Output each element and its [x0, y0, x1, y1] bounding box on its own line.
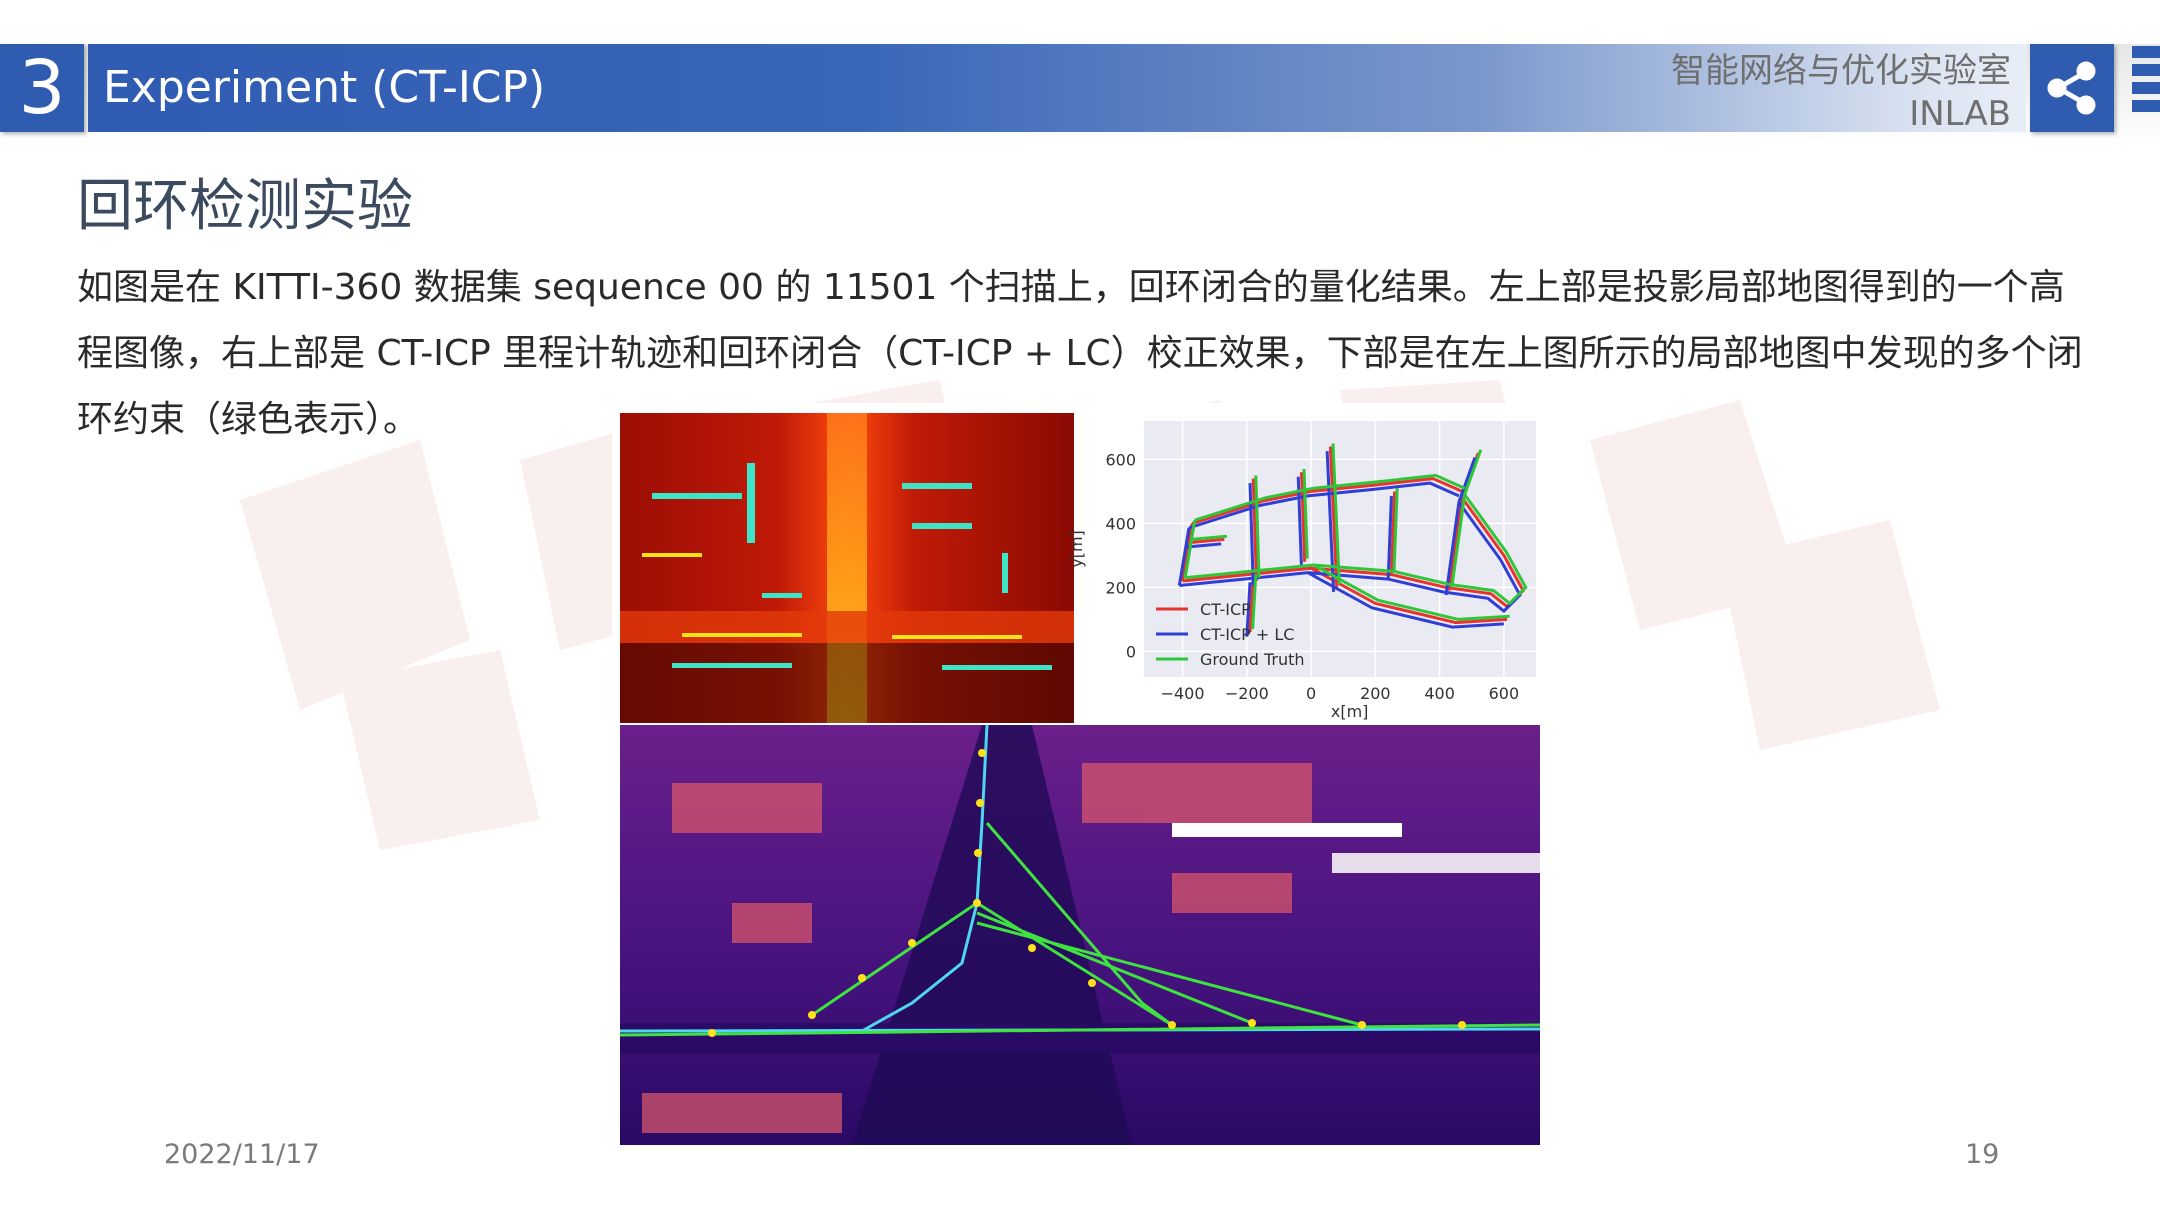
slide-title: Experiment (CT-ICP) [103, 62, 546, 113]
legend-label: Ground Truth [1200, 650, 1305, 669]
figure-composite: 0 200 400 600 −400 −200 0 200 400 600 x[m] y[m] … [612, 403, 1542, 1149]
y-tick-label: 600 [1105, 450, 1136, 469]
y-tick-label: 400 [1105, 514, 1136, 533]
x-axis-label: x[m] [1331, 702, 1369, 721]
x-tick-label: 200 [1360, 684, 1391, 703]
page-number: 19 [1965, 1139, 2000, 1170]
footer-date: 2022/11/17 [164, 1139, 320, 1170]
section-title: 回环检测实验 [77, 174, 413, 239]
section-number: 3 [0, 44, 84, 132]
x-tick-label: 0 [1306, 684, 1316, 703]
y-axis-label: y[m] [1067, 530, 1086, 568]
x-tick-label: 600 [1489, 684, 1520, 703]
x-tick-label: 400 [1424, 684, 1455, 703]
x-tick-label: −400 [1161, 684, 1205, 703]
y-tick-label: 200 [1105, 578, 1136, 597]
legend-label: CT-ICP [1200, 600, 1251, 619]
elevation-image [620, 413, 1074, 723]
share-icon [2047, 61, 2096, 115]
share-button[interactable] [2030, 44, 2114, 132]
y-tick-label: 0 [1126, 642, 1136, 661]
legend-label: CT-ICP + LC [1200, 625, 1294, 644]
lab-name-en: INLAB [1909, 94, 2011, 134]
trajectory-chart: 0200400600 −400 −200 0 200 400 600 x[m] y[m] … [1067, 421, 1536, 721]
point-cloud-image [619, 724, 1542, 1145]
lab-name-cn: 智能网络与优化实验室 [1671, 51, 2011, 91]
x-tick-label: −200 [1225, 684, 1269, 703]
figure-svg: 0200400600 −400 −200 0 200 400 600 x[m] y[m] … [619, 413, 1542, 1145]
edge-decoration [2132, 46, 2160, 130]
